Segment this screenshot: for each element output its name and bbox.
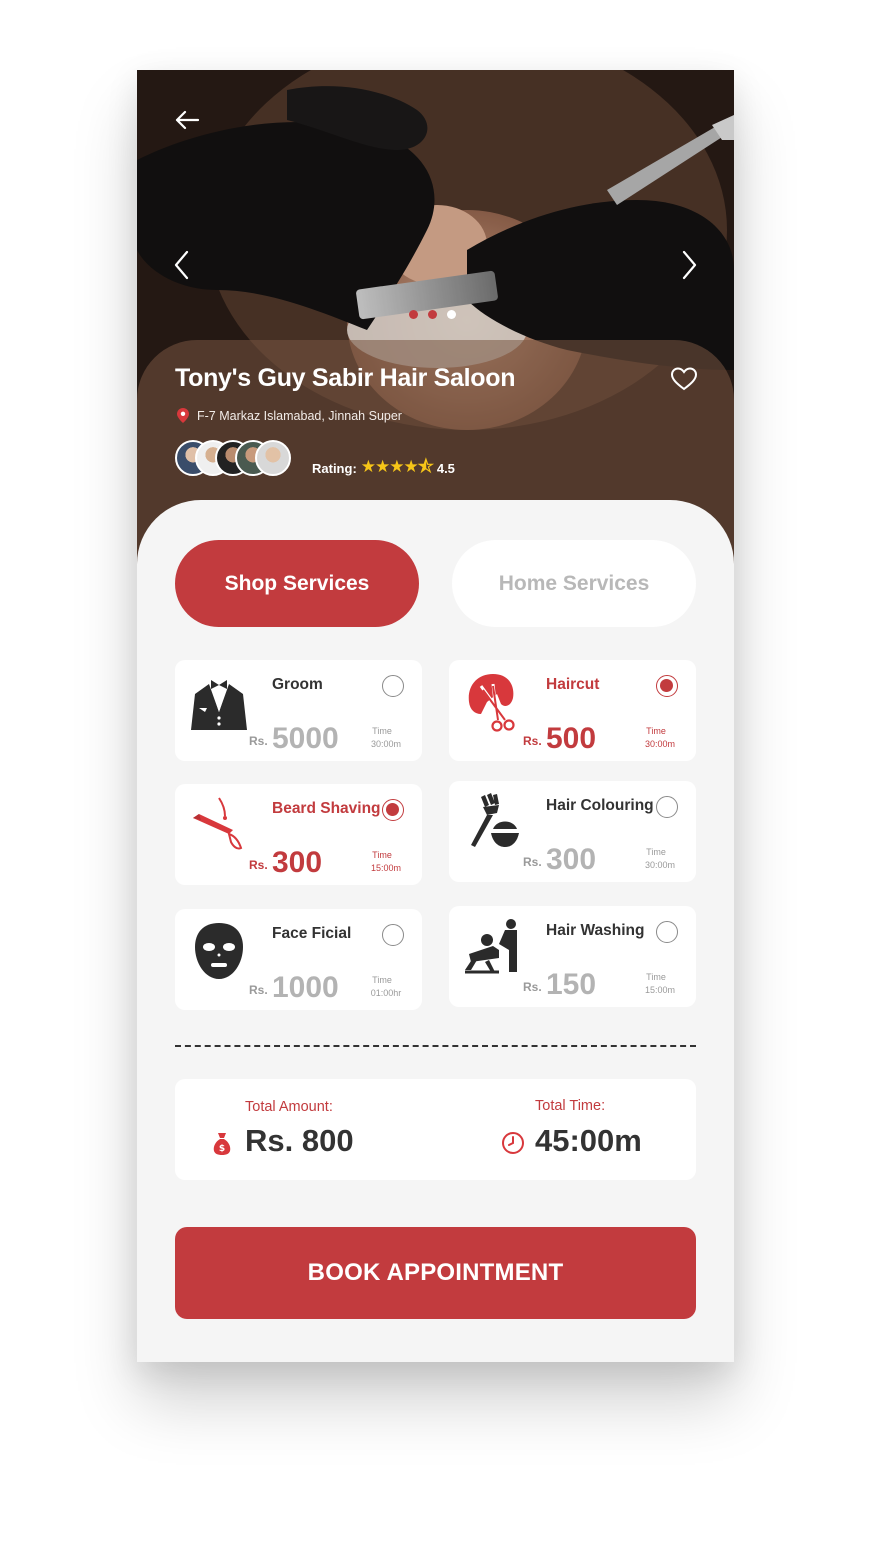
rating-value: 4.5: [436, 461, 455, 476]
tab-home-services[interactable]: Home Services: [452, 540, 696, 627]
currency: Rs.: [249, 858, 268, 872]
money-bag-icon: $: [213, 1133, 231, 1155]
service-name: Hair Colouring: [546, 797, 654, 814]
service-price: 150: [546, 968, 597, 1001]
haircut-scissors-icon: [468, 674, 515, 732]
service-price: 500: [546, 722, 597, 755]
shop-name: Tony's Guy Sabir Hair Saloon: [175, 364, 516, 392]
service-time: 30:00m: [644, 860, 676, 870]
time-label: Time: [372, 975, 392, 985]
service-price: 1000: [272, 971, 339, 1004]
tuxedo-icon: [191, 680, 247, 730]
svg-text:$: $: [219, 1144, 225, 1154]
carousel-dot-active[interactable]: [447, 310, 456, 319]
time-label: Time: [372, 850, 392, 860]
currency: Rs.: [249, 734, 268, 748]
service-time: 30:00m: [370, 739, 402, 749]
service-price: 300: [546, 843, 597, 876]
service-price: 300: [272, 846, 323, 879]
address-text: F-7 Markaz Islamabad, Jinnah Super: [197, 408, 402, 423]
service-card-hair-colouring[interactable]: Hair Colouring Rs. 300 Time 30:00m: [449, 781, 696, 882]
chevron-right-icon[interactable]: [678, 248, 700, 282]
service-radio[interactable]: [382, 799, 404, 821]
currency: Rs.: [249, 983, 268, 997]
service-name: Groom: [272, 676, 323, 693]
total-amount-value: Rs. 800: [245, 1123, 354, 1158]
service-radio[interactable]: [382, 675, 404, 697]
time-label: Time: [646, 972, 666, 982]
time-label: Time: [372, 726, 392, 736]
dashed-divider: [175, 1045, 696, 1047]
chevron-left-icon[interactable]: [171, 248, 193, 282]
service-price: 5000: [272, 722, 339, 755]
heart-icon[interactable]: [670, 366, 698, 392]
rating-label: Rating:: [312, 461, 357, 476]
star-rating-icon: ★★★★⯪: [360, 457, 434, 476]
hero-image: Tony's Guy Sabir Hair Saloon F-7 Markaz …: [137, 70, 734, 570]
service-radio[interactable]: [382, 924, 404, 946]
service-time: 15:00m: [370, 863, 402, 873]
total-amount-label: Total Amount:: [245, 1099, 333, 1115]
service-name: Hair Washing: [546, 922, 645, 939]
shop-address: F-7 Markaz Islamabad, Jinnah Super: [177, 408, 402, 423]
hair-washing-icon: [465, 919, 517, 974]
service-time: 01:00hr: [370, 988, 402, 998]
service-card-groom[interactable]: Groom Rs. 5000 Time 30:00m: [175, 660, 422, 761]
phone-screen: Tony's Guy Sabir Hair Saloon F-7 Markaz …: [137, 70, 734, 1362]
service-name: Haircut: [546, 676, 600, 693]
face-mask-icon: [195, 923, 243, 979]
rating: Rating: ★★★★⯪ 4.5: [312, 454, 455, 483]
service-card-face-ficial[interactable]: Face Ficial Rs. 1000 Time 01:00hr: [175, 909, 422, 1010]
service-time: 15:00m: [644, 985, 676, 995]
time-label: Time: [646, 726, 666, 736]
service-card-haircut[interactable]: Haircut Rs. 500 Time 30:00m: [449, 660, 696, 761]
currency: Rs.: [523, 980, 542, 994]
back-arrow-icon[interactable]: [173, 106, 201, 134]
time-label: Time: [646, 847, 666, 857]
tab-shop-services[interactable]: Shop Services: [175, 540, 419, 627]
service-card-hair-washing[interactable]: Hair Washing Rs. 150 Time 15:00m: [449, 906, 696, 1007]
stage: Tony's Guy Sabir Hair Saloon F-7 Markaz …: [0, 0, 870, 1566]
carousel-dots: [409, 310, 456, 319]
total-time-label: Total Time:: [535, 1098, 606, 1114]
order-summary: Total Amount: $ Rs. 800 Total Time: 45:0…: [175, 1079, 696, 1180]
currency: Rs.: [523, 734, 542, 748]
services-sheet: Shop Services Home Services Groom Rs. 50…: [137, 500, 734, 1362]
service-name: Face Ficial: [272, 925, 352, 942]
avatar[interactable]: [255, 440, 291, 476]
carousel-dot[interactable]: [428, 310, 437, 319]
total-time-value: 45:00m: [535, 1123, 642, 1158]
service-radio[interactable]: [656, 921, 678, 943]
service-name: Beard Shaving: [272, 800, 381, 817]
service-radio[interactable]: [656, 675, 678, 697]
razor-icon: [193, 797, 243, 850]
clock-icon: [502, 1132, 524, 1154]
location-pin-icon: [177, 408, 189, 423]
book-appointment-button[interactable]: BOOK APPOINTMENT: [175, 1227, 696, 1319]
service-radio[interactable]: [656, 796, 678, 818]
service-card-beard-shaving[interactable]: Beard Shaving Rs. 300 Time 15:00m: [175, 784, 422, 885]
service-time: 30:00m: [644, 739, 676, 749]
carousel-dot[interactable]: [409, 310, 418, 319]
barber-avatars[interactable]: [175, 440, 291, 476]
currency: Rs.: [523, 855, 542, 869]
hair-dye-icon: [471, 793, 519, 847]
